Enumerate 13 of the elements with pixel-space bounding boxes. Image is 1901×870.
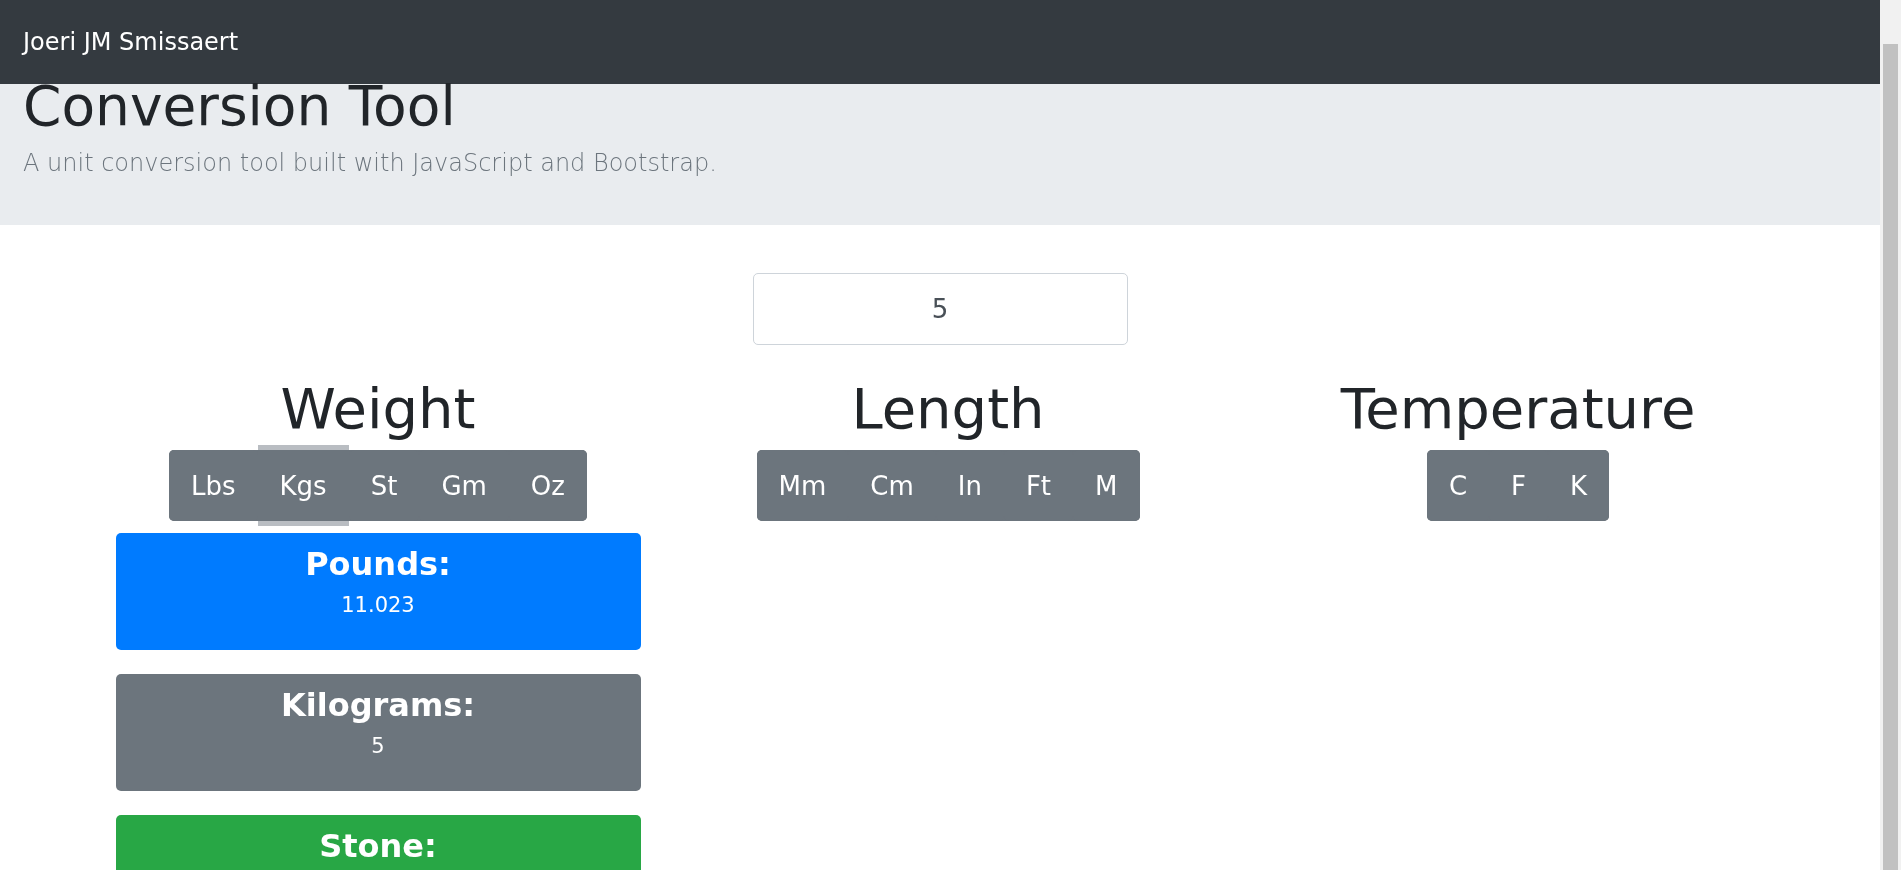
navbar-brand[interactable]: Joeri JM Smissaert	[23, 28, 239, 56]
scrollbar-thumb[interactable]	[1883, 44, 1898, 870]
result-value: 5	[371, 734, 385, 758]
section-heading: Length	[851, 375, 1045, 443]
result-label: Kilograms:	[280, 686, 476, 724]
value-input[interactable]: 5	[752, 273, 1128, 345]
page-title: Conversion Tool	[23, 76, 457, 137]
page-subtitle: A unit conversion tool built with JavaScript and Bootstrap.	[23, 148, 718, 177]
section-heading: Temperature	[1340, 375, 1696, 443]
result-label: Stone:	[319, 827, 437, 865]
section-heading: Weight	[280, 375, 476, 443]
result-value: 11.023	[341, 593, 415, 617]
result-label: Pounds:	[305, 545, 451, 583]
